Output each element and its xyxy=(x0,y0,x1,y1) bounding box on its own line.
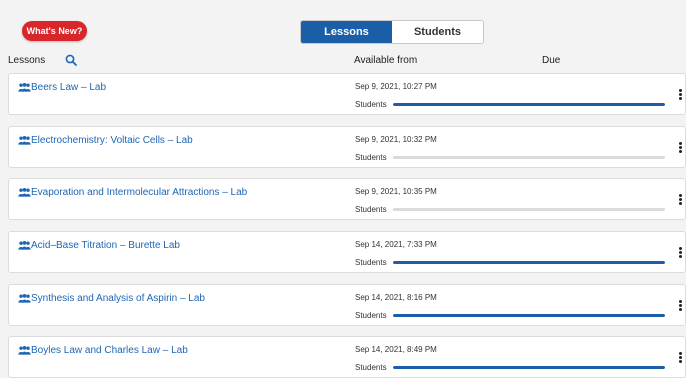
more-vertical-icon[interactable] xyxy=(679,352,683,364)
column-header-available-from: Available from xyxy=(354,55,418,66)
students-progress-fill xyxy=(393,103,665,106)
lesson-title-link[interactable]: Boyles Law and Charles Law – Lab xyxy=(31,345,188,356)
students-label: Students xyxy=(355,258,387,267)
students-progress-bar xyxy=(393,261,665,264)
students-label: Students xyxy=(355,100,387,109)
search-icon[interactable] xyxy=(65,54,77,66)
group-icon xyxy=(18,188,31,197)
lesson-title-link[interactable]: Electrochemistry: Voltaic Cells – Lab xyxy=(31,135,193,146)
table-header: Lessons Available from Due xyxy=(0,52,686,72)
tab-students[interactable]: Students xyxy=(392,21,483,43)
lesson-row[interactable]: Evaporation and Intermolecular Attractio… xyxy=(8,178,686,220)
column-header-due: Due xyxy=(542,55,561,66)
whats-new-button[interactable]: What's New? xyxy=(22,21,87,41)
available-from-date: Sep 9, 2021, 10:27 PM xyxy=(355,82,437,91)
lesson-row[interactable]: Beers Law – Lab Sep 9, 2021, 10:27 PM St… xyxy=(8,73,686,115)
lesson-row[interactable]: Boyles Law and Charles Law – Lab Sep 14,… xyxy=(8,336,686,378)
tab-lessons[interactable]: Lessons xyxy=(301,21,392,43)
more-vertical-icon[interactable] xyxy=(679,194,683,206)
available-from-date: Sep 9, 2021, 10:35 PM xyxy=(355,187,437,196)
students-label: Students xyxy=(355,205,387,214)
students-label: Students xyxy=(355,363,387,372)
students-progress-bar xyxy=(393,366,665,369)
more-vertical-icon[interactable] xyxy=(679,89,683,101)
more-vertical-icon[interactable] xyxy=(679,300,683,312)
group-icon xyxy=(18,136,31,145)
lesson-row[interactable]: Electrochemistry: Voltaic Cells – Lab Se… xyxy=(8,126,686,168)
more-vertical-icon[interactable] xyxy=(679,142,683,154)
lesson-title-link[interactable]: Synthesis and Analysis of Aspirin – Lab xyxy=(31,293,205,304)
available-from-date: Sep 14, 2021, 7:33 PM xyxy=(355,240,437,249)
available-from-date: Sep 14, 2021, 8:49 PM xyxy=(355,345,437,354)
students-progress-bar xyxy=(393,156,665,159)
students-progress-bar xyxy=(393,208,665,211)
view-tabs: Lessons Students xyxy=(300,20,484,44)
lesson-row[interactable]: Acid–Base Titration – Burette Lab Sep 14… xyxy=(8,231,686,273)
available-from-date: Sep 14, 2021, 8:16 PM xyxy=(355,293,437,302)
students-progress-fill xyxy=(393,314,665,317)
students-progress-fill xyxy=(393,366,665,369)
lesson-title-link[interactable]: Beers Law – Lab xyxy=(31,82,106,93)
students-label: Students xyxy=(355,311,387,320)
lesson-title-link[interactable]: Acid–Base Titration – Burette Lab xyxy=(31,240,180,251)
students-progress-bar xyxy=(393,314,665,317)
group-icon xyxy=(18,346,31,355)
group-icon xyxy=(18,241,31,250)
column-header-lessons: Lessons xyxy=(8,55,46,66)
lesson-row[interactable]: Synthesis and Analysis of Aspirin – Lab … xyxy=(8,284,686,326)
students-label: Students xyxy=(355,153,387,162)
students-progress-fill xyxy=(393,261,665,264)
students-progress-bar xyxy=(393,103,665,106)
group-icon xyxy=(18,294,31,303)
available-from-date: Sep 9, 2021, 10:32 PM xyxy=(355,135,437,144)
lesson-title-link[interactable]: Evaporation and Intermolecular Attractio… xyxy=(31,187,247,198)
group-icon xyxy=(18,83,31,92)
more-vertical-icon[interactable] xyxy=(679,247,683,259)
top-bar: What's New? Lessons Students xyxy=(0,0,686,48)
